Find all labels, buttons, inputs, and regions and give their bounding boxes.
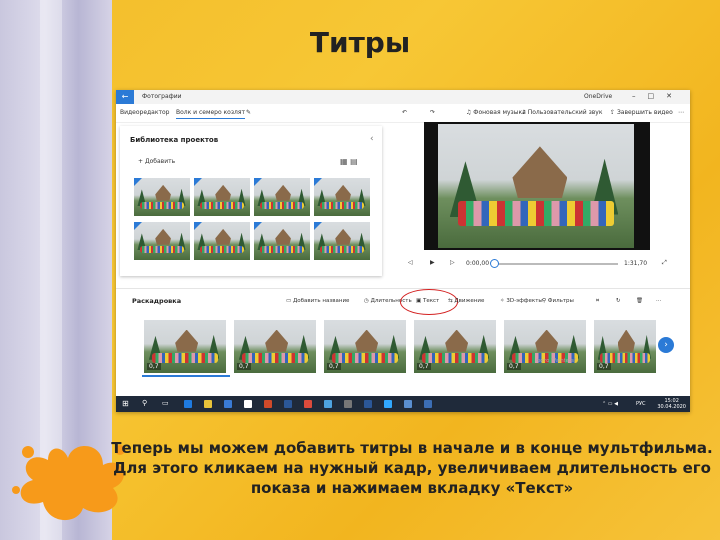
current-time: 0:00,00 — [466, 260, 490, 267]
storyboard-frame[interactable]: 0,7 — [594, 320, 656, 373]
total-time: 1:31,70 — [624, 260, 648, 267]
storyboard-frame[interactable]: 0,7 — [414, 320, 496, 373]
windows-start-icon[interactable]: ⊞ — [122, 399, 129, 408]
frame-duration: 0,7 — [507, 363, 521, 370]
clock-date: 30.04.2020 — [657, 404, 686, 410]
storyboard-frame[interactable]: 0,7 — [144, 320, 226, 373]
photoshop-icon[interactable] — [384, 400, 392, 408]
crop-icon[interactable]: ⌗ — [596, 298, 599, 305]
store-icon[interactable] — [224, 400, 232, 408]
library-thumbnail[interactable] — [254, 222, 310, 260]
caption-line-2: Для этого кликаем на нужный кадр, увелич… — [113, 459, 711, 497]
library-thumbnail[interactable] — [314, 178, 370, 216]
language-indicator[interactable]: РУС — [636, 401, 646, 407]
preview-frame — [438, 124, 634, 248]
library-thumbnail[interactable] — [254, 178, 310, 216]
caption-line-1: Теперь мы можем добавить титры в начале … — [111, 439, 713, 457]
search-icon[interactable]: ⚲ — [142, 399, 147, 407]
music-label: Фоновая музыка — [473, 109, 526, 116]
mail-icon[interactable] — [244, 400, 252, 408]
window-controls[interactable]: –□✕ — [632, 92, 684, 100]
playback-bar: ◁ ▶ ▷ 0:00,00 1:31,70 ⤢ — [406, 258, 676, 270]
music-button[interactable]: ♫ Фоновая музыка — [466, 109, 526, 116]
pencil-icon[interactable]: ✎ — [246, 109, 251, 116]
frame-duration: 0,7 — [327, 363, 341, 370]
add-title-button[interactable]: ▭ Добавить название — [286, 298, 349, 304]
library-thumbnail[interactable] — [314, 222, 370, 260]
frame-duration: 0,7 — [597, 363, 611, 370]
video-preview[interactable] — [424, 122, 650, 250]
paint-icon[interactable] — [404, 400, 412, 408]
rotate-icon[interactable]: ↻ — [616, 298, 621, 304]
task-view-icon[interactable]: ▭ — [162, 399, 169, 407]
app-icon[interactable] — [344, 400, 352, 408]
skip-back-icon[interactable]: ◁ — [408, 259, 413, 266]
seek-knob[interactable] — [490, 259, 499, 268]
add-button[interactable]: + Добавить — [138, 158, 175, 165]
photos-icon[interactable] — [324, 400, 332, 408]
frame-duration: 0,7 — [417, 363, 431, 370]
add-label: Добавить — [144, 158, 176, 165]
selected-frame-indicator — [142, 375, 230, 377]
add-title-label: Добавить название — [292, 298, 350, 304]
explorer-icon[interactable] — [204, 400, 212, 408]
taskbar: ⊞ ⚲ ▭ ⌃ ▭ ◀ РУС 15:02 30.04.2020 — [116, 396, 690, 412]
editor-label[interactable]: Видеоредактор — [120, 109, 169, 116]
chrome-icon[interactable] — [304, 400, 312, 408]
slide-caption: Теперь мы можем добавить титры в начале … — [110, 438, 714, 498]
seek-track[interactable] — [494, 263, 618, 265]
frame-duration: 0,7 — [147, 363, 161, 370]
finish-video-label: Завершить видео — [616, 109, 673, 116]
library-thumbnail[interactable] — [134, 222, 190, 260]
chevron-left-icon[interactable]: ‹ — [370, 134, 374, 144]
3d-effects-label: 3D-эффекты — [506, 298, 543, 304]
finish-video-button[interactable]: ⇪ Завершить видео — [610, 109, 673, 116]
project-library-panel: Библиотека проектов ‹ + Добавить ▦ ▤ — [120, 126, 382, 276]
undo-icon[interactable]: ↶ — [402, 109, 407, 116]
powerpoint-icon[interactable] — [264, 400, 272, 408]
storyboard-title: Раскадровка — [132, 297, 182, 305]
toolbar: Видеоредактор Волк и семеро козлят ✎ ↶ ↷… — [116, 104, 690, 123]
custom-sound-label: Пользовательский звук — [527, 109, 603, 116]
more-icon[interactable]: ⋯ — [678, 109, 684, 116]
filters-button[interactable]: ⚲ Фильтры — [542, 298, 574, 304]
watermark: фото "Paintecs" — [536, 358, 577, 364]
library-thumbnail[interactable] — [194, 222, 250, 260]
chevron-right-icon[interactable]: › — [658, 337, 674, 353]
word-doc-icon[interactable] — [364, 400, 372, 408]
motion-label: Движение — [454, 298, 485, 304]
library-title: Библиотека проектов — [130, 136, 219, 144]
slide-title: Титры — [309, 26, 411, 59]
onedrive-label[interactable]: OneDrive — [584, 93, 612, 100]
play-icon[interactable]: ▶ — [430, 259, 435, 266]
delete-icon[interactable]: 🗑 — [636, 298, 643, 304]
edge-icon[interactable] — [184, 400, 192, 408]
custom-sound-button[interactable]: ♪ Пользовательский звук — [522, 109, 602, 116]
library-thumbnail[interactable] — [194, 178, 250, 216]
filters-label: Фильтры — [547, 298, 574, 304]
word-icon[interactable] — [284, 400, 292, 408]
storyboard-panel: Раскадровка ▭ Добавить название ◷ Длител… — [116, 288, 690, 412]
storyboard-frame[interactable]: 0,7 — [234, 320, 316, 373]
title-bar: ← Фотографии OneDrive –□✕ — [116, 90, 690, 104]
more-options-icon[interactable]: ⋯ — [656, 298, 662, 304]
photos-active-icon[interactable] — [424, 400, 432, 408]
app-name: Фотографии — [142, 93, 182, 100]
app-screenshot: ← Фотографии OneDrive –□✕ Видеоредактор … — [116, 90, 690, 412]
storyboard-frame[interactable]: 0,7 — [504, 320, 586, 373]
frame-duration: 0,7 — [237, 363, 251, 370]
motion-button[interactable]: ⇆ Движение — [448, 298, 484, 304]
project-name[interactable]: Волк и семеро козлят — [176, 109, 245, 119]
view-toggle[interactable]: ▦ ▤ — [340, 157, 358, 166]
back-arrow-icon[interactable]: ← — [116, 90, 134, 104]
tray-icons[interactable]: ⌃ ▭ ◀ — [602, 401, 618, 407]
clock[interactable]: 15:02 30.04.2020 — [657, 398, 686, 410]
3d-effects-button[interactable]: ✧ 3D-эффекты — [500, 298, 543, 304]
redo-icon[interactable]: ↷ — [430, 109, 435, 116]
library-thumbnail[interactable] — [134, 178, 190, 216]
storyboard-frame[interactable]: 0,7 — [324, 320, 406, 373]
skip-forward-icon[interactable]: ▷ — [450, 259, 455, 266]
fullscreen-icon[interactable]: ⤢ — [662, 259, 667, 267]
